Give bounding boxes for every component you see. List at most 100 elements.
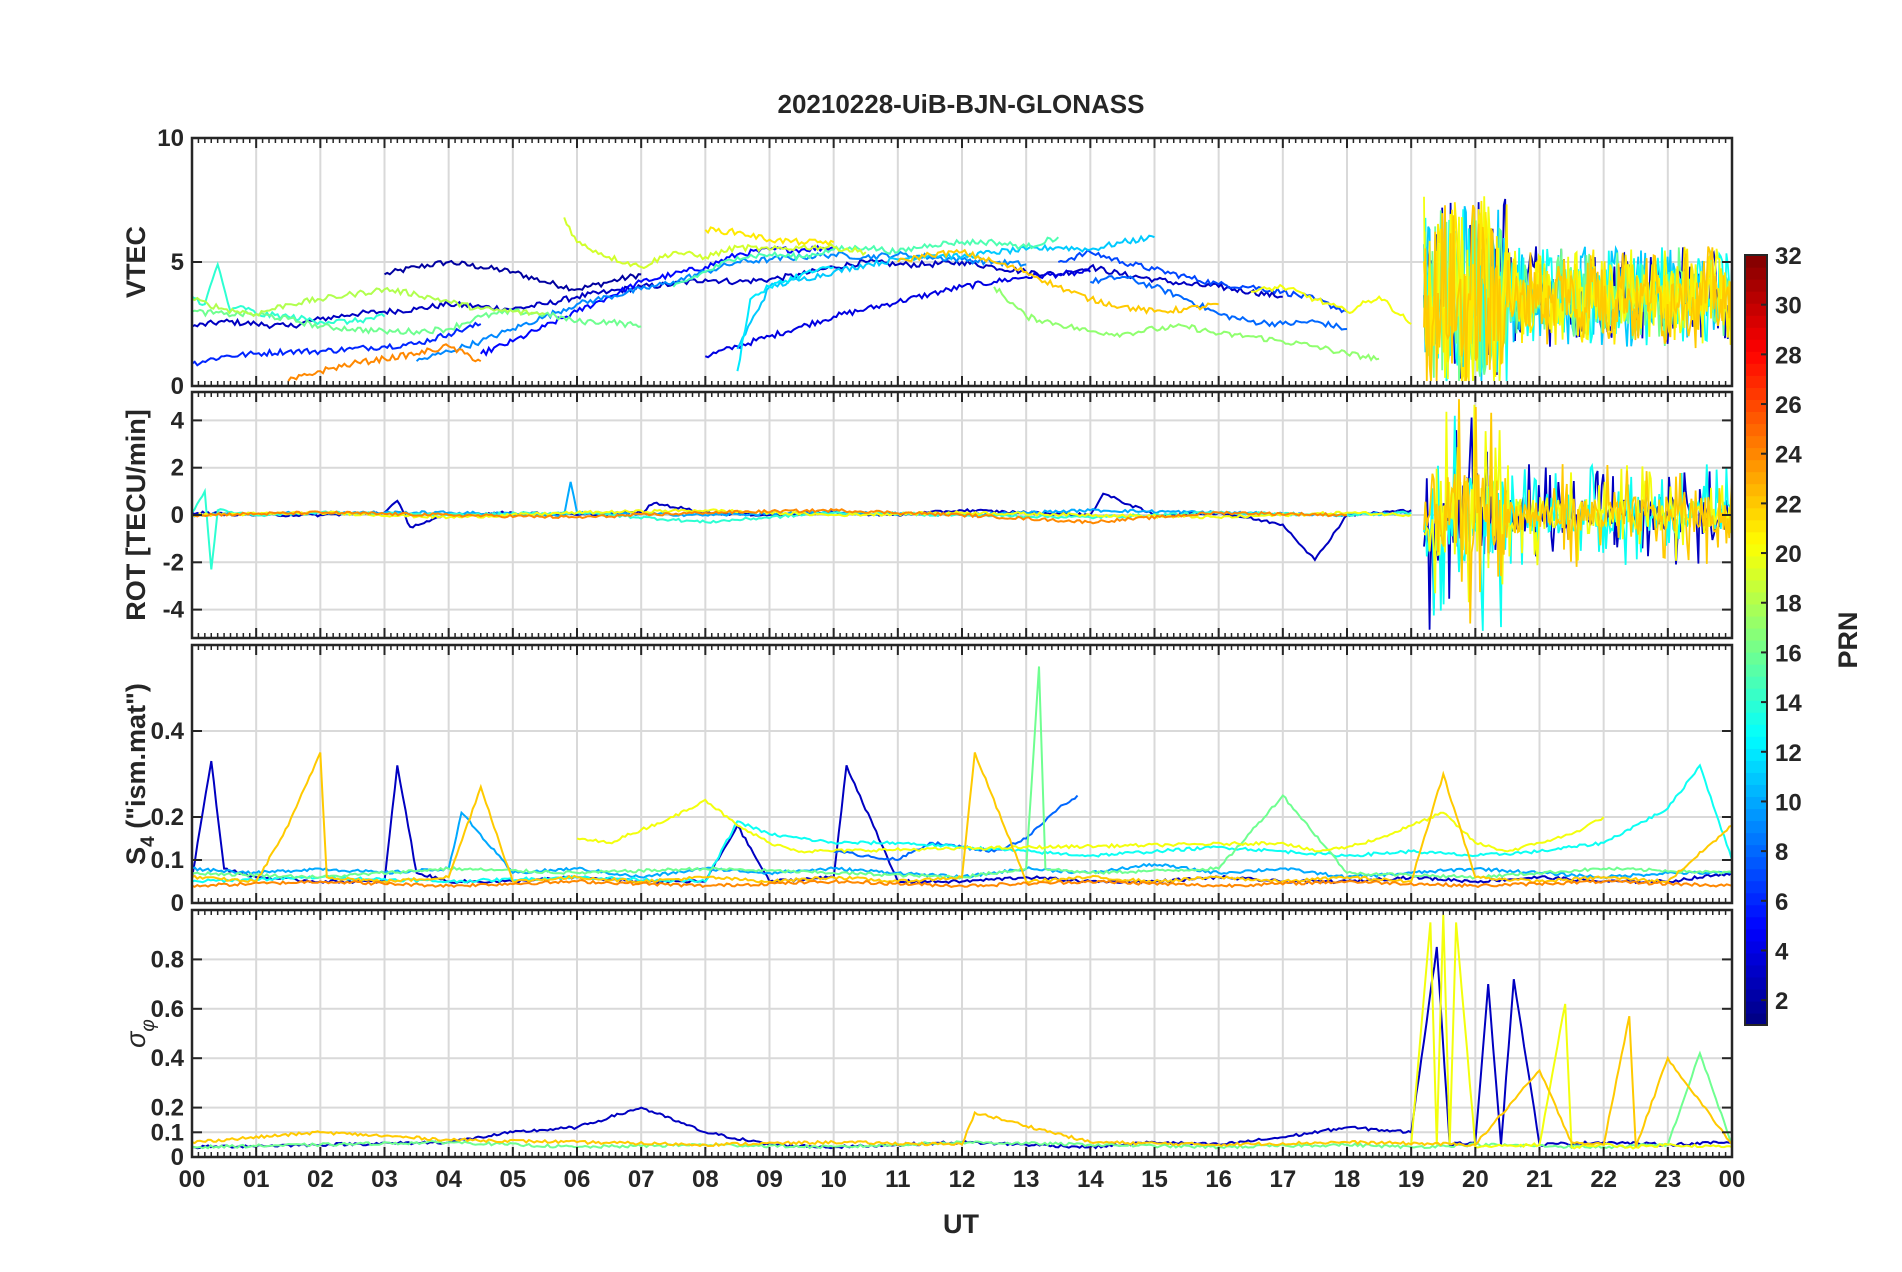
colorbar-segment <box>1745 495 1767 509</box>
y-tick-label: 0 <box>171 502 184 529</box>
y-axis-label-vtec: VTEC <box>121 226 151 298</box>
colorbar-segment <box>1745 784 1767 798</box>
x-tick-label: 13 <box>1013 1166 1040 1193</box>
colorbar-segment <box>1745 339 1767 352</box>
y-tick-label: 0.4 <box>151 1045 185 1072</box>
y-tick-label: 0.6 <box>151 996 184 1023</box>
colorbar-segment <box>1745 603 1767 617</box>
x-tick-label: 12 <box>949 1166 976 1193</box>
y-tick-label: 0.1 <box>151 847 184 874</box>
colorbar-segment <box>1745 399 1767 413</box>
colorbar-segment <box>1745 916 1767 930</box>
chart-title: 20210228-UiB-BJN-GLONASS <box>777 89 1144 119</box>
colorbar-segment <box>1745 664 1767 677</box>
colorbar-segment <box>1745 291 1767 304</box>
colorbar-segment <box>1745 459 1767 473</box>
panel-sigma_phi: 00.10.20.40.60.8σφ <box>121 908 1734 1171</box>
colorbar-label: PRN <box>1833 611 1863 668</box>
y-tick-label: 0.4 <box>151 718 185 745</box>
x-tick-label: 04 <box>435 1166 462 1193</box>
colorbar-segment <box>1745 724 1767 737</box>
colorbar-segment <box>1745 255 1767 268</box>
colorbar-segment <box>1745 796 1767 810</box>
colorbar-tick-label: 12 <box>1775 740 1802 767</box>
colorbar-segment <box>1745 435 1767 449</box>
x-tick-label: 20 <box>1462 1166 1489 1193</box>
colorbar-segment <box>1745 772 1767 785</box>
colorbar-tick-label: 26 <box>1775 392 1802 419</box>
x-tick-label: 10 <box>820 1166 847 1193</box>
x-tick-label: 18 <box>1334 1166 1361 1193</box>
colorbar-segment <box>1745 519 1767 533</box>
grid-sigma_phi <box>191 910 1733 1158</box>
y-tick-label: 0.1 <box>151 1119 184 1146</box>
colorbar-segment <box>1745 615 1767 629</box>
colorbar-segment <box>1745 736 1767 749</box>
colorbar-tick-label: 30 <box>1775 293 1802 320</box>
x-tick-label: 16 <box>1205 1166 1232 1193</box>
colorbar-segment <box>1745 351 1767 364</box>
colorbar-segment <box>1745 952 1767 966</box>
colorbar-segment <box>1745 423 1767 437</box>
x-axis-label: UT <box>943 1209 979 1239</box>
panels: 0510VTEC-4-2024ROT [TECU/min]00.10.20.4S… <box>121 125 1734 1171</box>
x-tick-label: 00 <box>1719 1166 1746 1193</box>
x-tick-label: 08 <box>692 1166 719 1193</box>
colorbar-segment <box>1745 279 1767 292</box>
series-prn-14 <box>192 487 1412 570</box>
colorbar-segment <box>1745 748 1767 761</box>
x-tick-label: 22 <box>1590 1166 1617 1193</box>
x-tick-label: 03 <box>371 1166 398 1193</box>
colorbar-segment <box>1745 483 1767 497</box>
colorbar-segment <box>1745 640 1767 653</box>
colorbar-segment <box>1745 880 1767 894</box>
y-axis-label-sigma_phi: σφ <box>121 1019 159 1048</box>
panel-vtec: 0 5 10 VTEC <box>121 125 1734 400</box>
figure: 20210228-UiB-BJN-GLONASS 0510VTEC-4-2024… <box>121 89 1863 1239</box>
x-tick-label: 17 <box>1269 1166 1296 1193</box>
colorbar-segment <box>1745 652 1767 665</box>
series-prn-20 <box>1410 914 1732 1150</box>
x-tick-label: 05 <box>499 1166 526 1193</box>
x-tick-label: 09 <box>756 1166 783 1193</box>
colorbar-segment <box>1745 375 1767 388</box>
colorbar-segment <box>1745 676 1767 689</box>
colorbar-segment <box>1745 1000 1767 1014</box>
colorbar-segment <box>1745 964 1767 978</box>
colorbar-segment <box>1745 904 1767 918</box>
y-axis-label-rot: ROT [TECU/min] <box>121 409 151 620</box>
series-prn-3 <box>192 492 1412 562</box>
x-tick-label: 02 <box>307 1166 334 1193</box>
grid-s4 <box>191 645 1733 904</box>
colorbar-segment <box>1745 507 1767 521</box>
colorbar-tick-label: 2 <box>1775 988 1788 1015</box>
colorbar-tick-label: 6 <box>1775 889 1788 916</box>
colorbar-segment <box>1745 531 1767 545</box>
y-tick-label: 0.8 <box>151 946 184 973</box>
colorbar-tick-label: 10 <box>1775 789 1802 816</box>
y-tick-label: 0 <box>171 890 184 917</box>
x-tick-label: 01 <box>243 1166 270 1193</box>
colorbar-segment <box>1745 892 1767 906</box>
colorbar-segment <box>1745 471 1767 485</box>
y-tick-label: 10 <box>157 125 184 152</box>
colorbar-tick-label: 8 <box>1775 839 1788 866</box>
y-tick-label: 4 <box>171 407 185 434</box>
x-tick-label: 23 <box>1654 1166 1681 1193</box>
y-tick-label: 2 <box>171 455 184 482</box>
colorbar-segment <box>1745 976 1767 990</box>
series-prn-6 <box>192 321 482 367</box>
x-tick-label: 06 <box>564 1166 591 1193</box>
colorbar-segment <box>1745 940 1767 954</box>
colorbar-segment <box>1745 760 1767 773</box>
colorbar-segment <box>1745 543 1767 557</box>
series-prn-20 <box>1250 283 1412 325</box>
colorbar-segment <box>1745 820 1767 834</box>
x-tick-label: 19 <box>1398 1166 1425 1193</box>
colorbar-tick-label: 28 <box>1775 342 1802 369</box>
colorbar-segment <box>1745 688 1767 701</box>
colorbar-segment <box>1745 1012 1767 1026</box>
x-tick-label: 14 <box>1077 1166 1104 1193</box>
colorbar-segment <box>1745 267 1767 280</box>
colorbar-tick-label: 18 <box>1775 591 1802 618</box>
